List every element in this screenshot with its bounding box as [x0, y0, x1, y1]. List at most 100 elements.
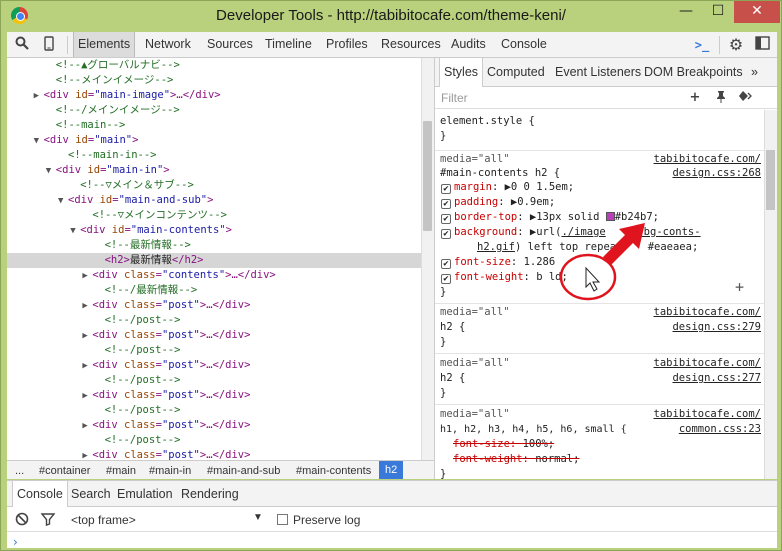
- rule-selector[interactable]: h1, h2, h3, h4, h5, h6, small {: [440, 422, 627, 437]
- expand-arrow-icon[interactable]: ▶: [82, 389, 92, 404]
- breadcrumb-container[interactable]: #container: [39, 463, 90, 479]
- property-margin[interactable]: ✔ margin: ▶0 0 1.5em;: [441, 180, 574, 195]
- dom-element-node[interactable]: ▶ <div class="post">…</div>: [7, 418, 421, 433]
- tab-timeline[interactable]: Timeline: [261, 32, 316, 57]
- dom-element-node[interactable]: ▶ <div class="post">…</div>: [7, 328, 421, 343]
- dom-element-node[interactable]: ▼ <div id="main-contents">: [7, 223, 421, 238]
- dom-comment-node[interactable]: <!--メインイメージ-->: [7, 73, 421, 88]
- rule-selector[interactable]: h2 {: [440, 371, 465, 386]
- tab-audits[interactable]: Audits: [447, 32, 490, 57]
- dom-element-node[interactable]: ▶ <div class="contents">…</div>: [7, 268, 421, 283]
- dom-comment-node[interactable]: <!--/post-->: [7, 313, 421, 328]
- property-checkbox[interactable]: ✔: [441, 229, 451, 239]
- dom-comment-node[interactable]: <!--▲グローバルナビ-->: [7, 58, 421, 73]
- background-url-link[interactable]: ./image: [561, 226, 605, 238]
- property-font-size[interactable]: ✔ font-size: 1.286: [441, 255, 555, 270]
- property-border-top[interactable]: ✔ border-top: ▶13px solid #b24b7;: [441, 210, 659, 225]
- tab-elements[interactable]: Elements: [73, 32, 136, 57]
- property-checkbox[interactable]: ✔: [441, 214, 451, 224]
- background-url-link-3[interactable]: h2.gif: [477, 241, 515, 253]
- dom-comment-node[interactable]: <!--/post-->: [7, 403, 421, 418]
- dom-element-node[interactable]: ▶ <div id="main-image">…</div>: [7, 88, 421, 103]
- pin-icon[interactable]: [713, 90, 729, 106]
- expand-arrow-open-icon[interactable]: ▼: [46, 164, 56, 179]
- expand-arrow-icon[interactable]: ▶: [82, 359, 92, 374]
- dom-element-node[interactable]: ▶ <div class="post">…</div>: [7, 358, 421, 373]
- expand-arrow-icon[interactable]: ▶: [82, 299, 92, 314]
- add-property-icon[interactable]: +: [735, 280, 744, 295]
- styles-scroll-thumb[interactable]: [766, 150, 775, 210]
- drawer-tab-emulation[interactable]: Emulation: [113, 481, 177, 507]
- source-line-link[interactable]: design.css:268: [672, 166, 761, 181]
- overridden-font-size[interactable]: font-size: 100%;: [453, 437, 554, 452]
- close-button[interactable]: ✕: [734, 1, 780, 23]
- frame-select[interactable]: <top frame>: [71, 513, 136, 527]
- dom-tree-scroll-thumb[interactable]: [423, 121, 432, 231]
- background-url-link-2[interactable]: /bg-conts-: [637, 226, 700, 238]
- dom-element-node[interactable]: ▼ <div id="main-in">: [7, 163, 421, 178]
- source-link[interactable]: tabibitocafe.com/: [654, 152, 761, 167]
- dom-element-node[interactable]: ▶ <div class="post">…</div>: [7, 388, 421, 403]
- device-mode-icon[interactable]: [40, 36, 58, 54]
- dom-element-node[interactable]: <h2>最新情報</h2>: [7, 253, 421, 268]
- expand-arrow-icon[interactable]: ▶: [34, 89, 44, 104]
- dom-element-node[interactable]: ▼ <div id="main-and-sub">: [7, 193, 421, 208]
- dom-element-node[interactable]: ▶ <div class="post">…</div>: [7, 298, 421, 313]
- color-swatch[interactable]: [605, 212, 615, 221]
- expand-arrow-open-icon[interactable]: ▼: [58, 194, 68, 209]
- tab-sources[interactable]: Sources: [203, 32, 257, 57]
- breadcrumb-more[interactable]: ...: [15, 463, 24, 479]
- tab-resources[interactable]: Resources: [377, 32, 445, 57]
- source-link[interactable]: tabibitocafe.com/: [654, 356, 761, 371]
- dom-tree-scrollbar[interactable]: [421, 58, 434, 460]
- gear-icon[interactable]: ⚙: [727, 36, 745, 54]
- dom-comment-node[interactable]: <!--/メインイメージ-->: [7, 103, 421, 118]
- property-background[interactable]: ✔ background: ▶url(./image /bg-conts-: [441, 225, 701, 240]
- dom-comment-node[interactable]: <!--最新情報-->: [7, 238, 421, 253]
- dom-comment-node[interactable]: <!--/post-->: [7, 373, 421, 388]
- dock-icon[interactable]: [753, 36, 771, 54]
- drawer-tab-search[interactable]: Search: [67, 481, 115, 507]
- expand-arrow-icon[interactable]: ▶: [82, 269, 92, 284]
- search-icon[interactable]: [13, 36, 31, 54]
- tab-computed[interactable]: Computed: [483, 58, 549, 86]
- tab-styles[interactable]: Styles: [439, 58, 484, 87]
- console-drawer-icon[interactable]: >_: [691, 36, 713, 54]
- dom-comment-node[interactable]: <!--/post-->: [7, 433, 421, 448]
- chevron-down-icon[interactable]: ▼: [253, 512, 263, 523]
- expand-arrow-open-icon[interactable]: ▼: [70, 224, 80, 239]
- source-link[interactable]: tabibitocafe.com/: [654, 305, 761, 320]
- dom-element-node[interactable]: ▶ <div class="post">…</div>: [7, 448, 421, 460]
- tab-event-listeners[interactable]: Event Listeners: [551, 58, 645, 86]
- new-style-rule-icon[interactable]: +: [687, 90, 703, 106]
- tab-network[interactable]: Network: [141, 32, 195, 57]
- tab-profiles[interactable]: Profiles: [322, 32, 372, 57]
- expand-arrow-open-icon[interactable]: ▼: [34, 134, 44, 149]
- breadcrumb-main[interactable]: #main: [106, 463, 136, 479]
- drawer-tab-rendering[interactable]: Rendering: [177, 481, 243, 507]
- source-link[interactable]: tabibitocafe.com/: [654, 407, 761, 422]
- preserve-log-checkbox[interactable]: [277, 514, 288, 525]
- tab-console[interactable]: Console: [497, 32, 551, 57]
- property-checkbox[interactable]: ✔: [441, 199, 451, 209]
- tab-dom-breakpoints[interactable]: DOM Breakpoints: [640, 58, 747, 86]
- rule-selector[interactable]: h2 {: [440, 320, 465, 335]
- expand-arrow-icon[interactable]: ▶: [82, 419, 92, 434]
- minimize-button[interactable]: —: [671, 1, 701, 23]
- dom-comment-node[interactable]: <!--/最新情報-->: [7, 283, 421, 298]
- dom-element-node[interactable]: ▼ <div id="main">: [7, 133, 421, 148]
- dom-comment-node[interactable]: <!--main-in-->: [7, 148, 421, 163]
- dom-comment-node[interactable]: <!--/post-->: [7, 343, 421, 358]
- dom-comment-node[interactable]: <!--▽メインコンテンツ-->: [7, 208, 421, 223]
- property-font-weight[interactable]: ✔ font-weight: b ld;: [441, 270, 568, 285]
- property-checkbox[interactable]: ✔: [441, 274, 451, 284]
- expand-arrow-icon[interactable]: ▶: [82, 329, 92, 344]
- property-padding[interactable]: ✔ padding: ▶0.9em;: [441, 195, 555, 210]
- breadcrumb-main-and-sub[interactable]: #main-and-sub: [207, 463, 280, 479]
- styles-filter-input[interactable]: Filter: [441, 91, 468, 105]
- dom-comment-node[interactable]: <!--main-->: [7, 118, 421, 133]
- source-line-link[interactable]: design.css:279: [672, 320, 761, 335]
- drawer-tab-console[interactable]: Console: [12, 481, 68, 507]
- element-style-selector[interactable]: element.style {: [440, 114, 535, 129]
- element-state-icon[interactable]: [737, 90, 753, 106]
